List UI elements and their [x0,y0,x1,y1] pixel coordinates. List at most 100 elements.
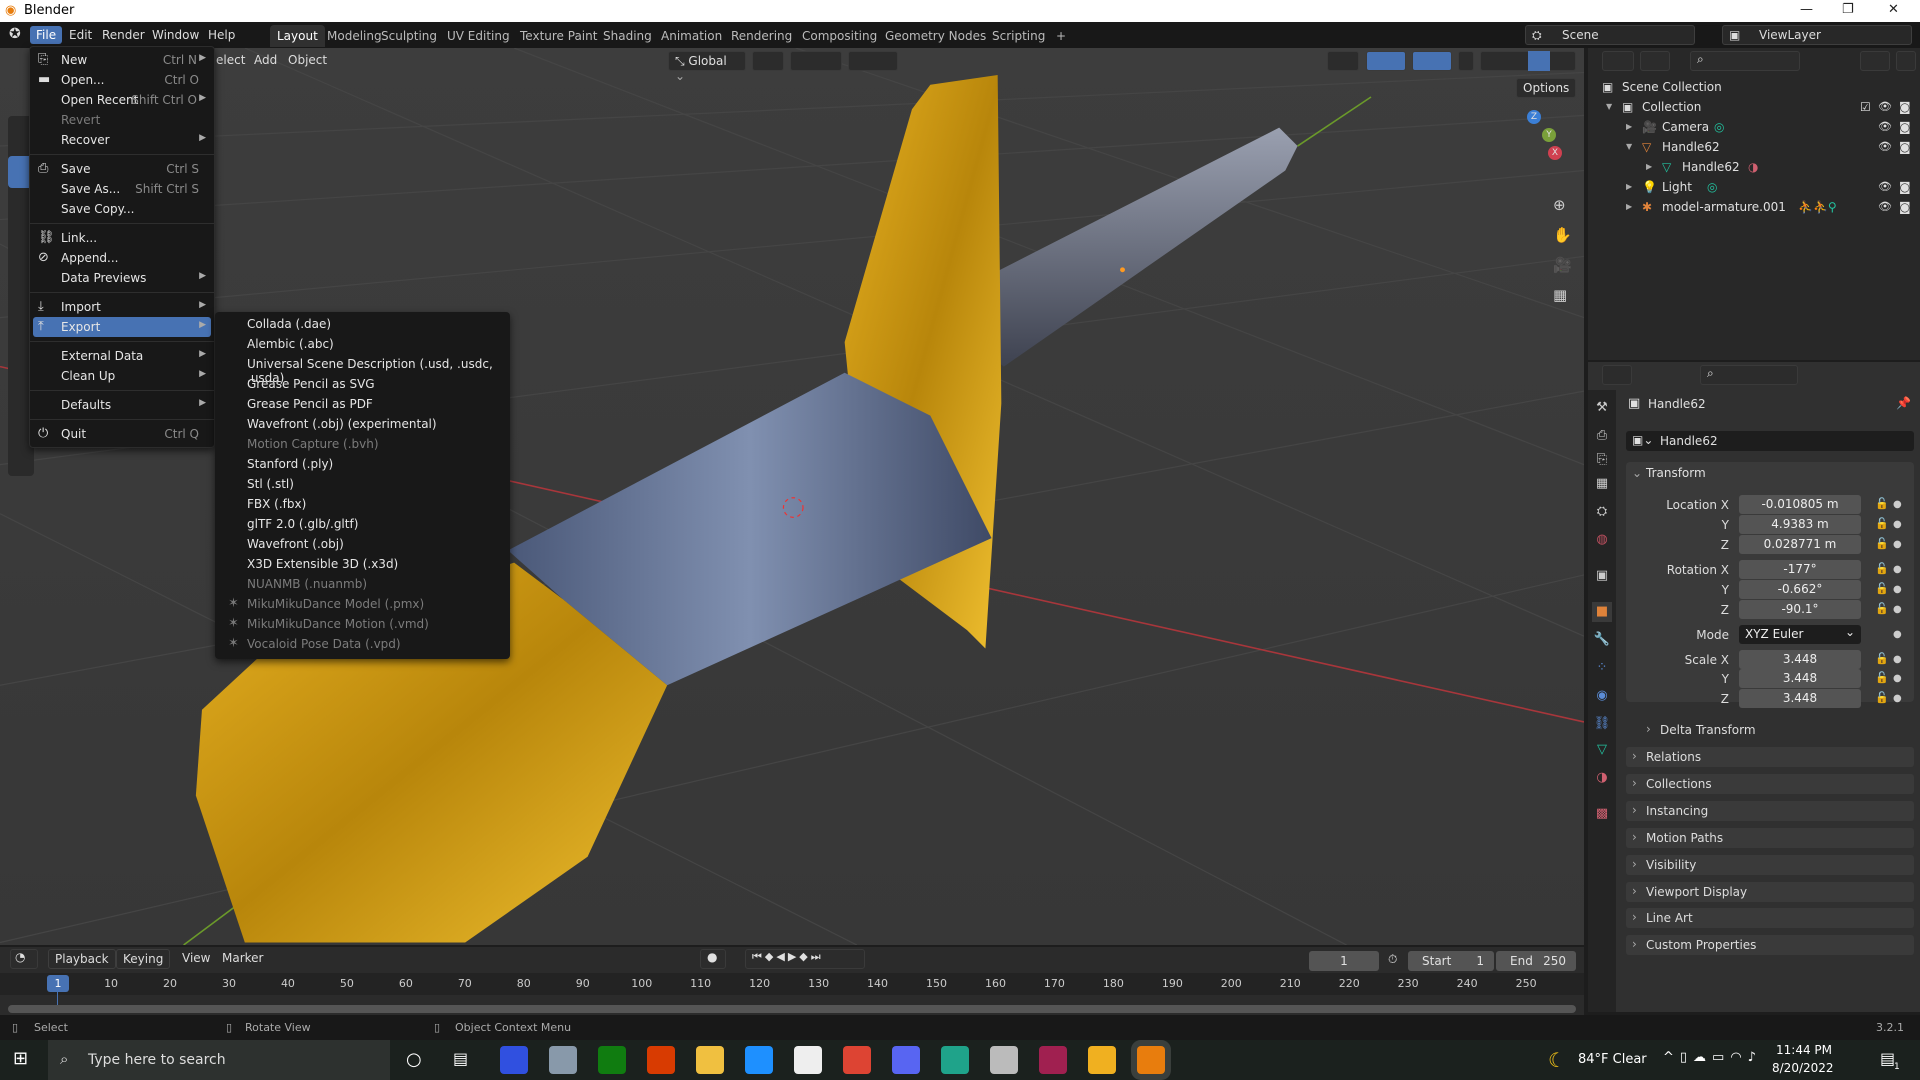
file-menu-item-clean-up[interactable]: Clean Up ▶ [33,366,211,386]
file-menu-item-external-data[interactable]: External Data ▶ [33,346,211,366]
editor-type-dropdown[interactable]: ◔ [10,949,38,969]
export-item-grease-pencil-as-pdf[interactable]: Grease Pencil as PDF [218,394,507,414]
outliner-filter-button[interactable] [1860,51,1890,71]
close-button[interactable]: ✕ [1888,2,1899,17]
viewport-menu-select[interactable]: elect [210,51,251,71]
playback-controls[interactable]: ⏮◆◀▶◆⏭ [745,949,865,969]
lock-icon[interactable]: 🔓 [1875,671,1889,684]
menu-render[interactable]: Render [96,26,151,44]
winrar-icon[interactable] [1039,1046,1067,1074]
editor-type-dropdown[interactable] [1602,365,1632,385]
material-preview-shading-icon[interactable] [1528,51,1550,71]
properties-tab-material-icon[interactable]: ◑ [1592,768,1612,788]
export-item-motion-capture-bvh[interactable]: Motion Capture (.bvh) [218,434,507,454]
disclosure-collapsed-icon[interactable]: ▶ [1626,122,1632,131]
rotation-z-field[interactable]: -90.1° [1739,600,1861,619]
gizmo-toggle[interactable] [1366,51,1406,71]
playhead[interactable]: 1 [47,975,69,992]
workspace-tab-rendering[interactable]: Rendering [724,25,799,47]
panel-relations[interactable]: › Relations [1626,747,1914,767]
outliner-row-model-armature-001[interactable]: ▶ ✱ model-armature.001 ⛹⛹⚲ 👁 ◙ [1588,197,1920,217]
file-menu-item-save-as[interactable]: Save As... Shift Ctrl S [33,179,211,199]
keyframe-dot-icon[interactable]: ● [1893,673,1902,684]
export-item-stl-stl[interactable]: Stl (.stl) [218,474,507,494]
eye-icon[interactable]: 👁 [1878,180,1892,193]
file-menu-item-defaults[interactable]: Defaults ▶ [33,395,211,415]
outliner-row-handle62[interactable]: ▼ ▽ Handle62 👁 ◙ [1588,137,1920,157]
properties-tab-view-layer-icon[interactable]: ▦ [1592,474,1612,494]
lock-icon[interactable]: 🔓 [1875,602,1889,615]
system-tray-icons[interactable]: ^▯☁▭◠♪ [1663,1050,1762,1065]
timeline-scrollbar[interactable] [8,1005,1576,1013]
camera-view-icon[interactable]: 🎥 [1553,256,1572,274]
keyframe-dot-icon[interactable]: ● [1893,629,1902,640]
lock-icon[interactable]: 🔓 [1875,537,1889,550]
render-camera-icon[interactable]: ◙ [1899,100,1911,114]
panel-delta-transform[interactable]: › Delta Transform [1640,720,1910,740]
properties-tab-mesh-data-icon[interactable]: ▽ [1592,740,1612,760]
menu-file[interactable]: File [30,26,63,44]
scale-x-field[interactable]: 3.448 [1739,650,1861,669]
menu-edit[interactable]: Edit [63,26,98,44]
blender-menu-icon[interactable]: ✪ [9,26,21,42]
workspace-tab-sculpting[interactable]: Sculpting [374,25,444,47]
clock-date[interactable]: 8/20/2022 [1772,1061,1834,1075]
panel-custom-properties[interactable]: › Custom Properties [1626,935,1914,955]
navigation-gizmo[interactable]: Z Y X [1500,110,1570,180]
panel-visibility[interactable]: › Visibility [1626,855,1914,875]
keyframe-dot-icon[interactable]: ● [1893,564,1902,575]
disclosure-collapsed-icon[interactable]: ▶ [1646,162,1652,171]
object-name-field[interactable]: ▣⌄ Handle62 [1626,431,1914,451]
location-x-field[interactable]: -0.010805 m [1739,495,1861,514]
view-menu[interactable]: View [176,949,216,969]
file-menu-item-import[interactable]: ⤓ Import ▶ [33,297,211,317]
gizmo-z-axis[interactable]: Z [1527,110,1541,124]
outliner-row-handle62[interactable]: ▶ ▽ Handle62 ◑ [1588,157,1920,177]
outliner-display-mode[interactable] [1602,51,1634,71]
export-item-vocaloid-pose-data-vpd[interactable]: ✶ Vocaloid Pose Data (.vpd) [218,634,507,654]
lock-icon[interactable]: 🔓 [1875,517,1889,530]
export-item-nuanmb-nuanmb[interactable]: NUANMB (.nuanmb) [218,574,507,594]
edge-icon[interactable] [941,1046,969,1074]
options-dropdown[interactable]: Options [1516,78,1576,98]
workspace-tab-layout[interactable]: Layout [270,25,325,47]
properties-tab-render-icon[interactable]: ⎙ [1592,426,1612,446]
render-camera-icon[interactable]: ◙ [1899,140,1911,154]
unity-icon[interactable] [990,1046,1018,1074]
maximize-button[interactable]: ❐ [1842,2,1854,17]
workspace-tab-texture-paint[interactable]: Texture Paint [513,25,604,47]
lock-icon[interactable]: 🔓 [1875,497,1889,510]
file-menu-item-append[interactable]: ⊘ Append... [33,248,211,268]
outliner-search-input[interactable]: ⌕ [1690,51,1800,71]
properties-tab-constraint-icon[interactable]: ⛓ [1592,714,1612,734]
export-item-universal-scene-description-usd-usdc-usda[interactable]: Universal Scene Description (.usd, .usdc… [218,354,507,385]
pin-icon[interactable]: 📌 [1896,396,1911,410]
weather-text[interactable]: 84°F Clear [1578,1052,1647,1067]
lock-icon[interactable]: 🔓 [1875,582,1889,595]
microsoft-store-icon[interactable] [794,1046,822,1074]
file-menu-item-revert[interactable]: Revert [33,110,211,130]
perspective-toggle-icon[interactable]: ▦ [1553,286,1567,304]
scene-selector[interactable]: ⛭ Scene [1525,25,1695,45]
outliner-row-scene-collection[interactable]: ▣ Scene Collection [1588,77,1920,97]
outliner-row-collection[interactable]: ▼ ▣ Collection ☑ 👁 ◙ [1588,97,1920,117]
snap-toggle[interactable] [790,51,842,71]
properties-tab-texture-icon[interactable]: ▩ [1592,804,1612,824]
location-z-field[interactable]: 0.028771 m [1739,535,1861,554]
render-camera-icon[interactable]: ◙ [1899,180,1911,194]
marker-menu[interactable]: Marker [216,949,269,969]
discord-icon[interactable] [892,1046,920,1074]
export-item-fbx-fbx[interactable]: FBX (.fbx) [218,494,507,514]
rotation-y-field[interactable]: -0.662° [1739,580,1861,599]
playback-menu[interactable]: Playback [48,949,116,969]
rotation-mode-dropdown[interactable]: XYZ Euler ⌄ [1739,625,1861,644]
file-explorer-icon[interactable] [696,1046,724,1074]
render-camera-icon[interactable]: ◙ [1899,200,1911,214]
pivot-point-dropdown[interactable] [752,51,784,71]
eye-icon[interactable]: 👁 [1878,200,1892,213]
zoom-view-icon[interactable]: ⊕ [1553,196,1566,214]
export-item-gltf-2-0-glb-gltf[interactable]: glTF 2.0 (.glb/.gltf) [218,514,507,534]
workspace-tab-uv-editing[interactable]: UV Editing [440,25,517,47]
export-item-mikumikudance-motion-vmd[interactable]: ✶ MikuMikuDance Motion (.vmd) [218,614,507,634]
workspace-tab-scripting[interactable]: Scripting [985,25,1052,47]
